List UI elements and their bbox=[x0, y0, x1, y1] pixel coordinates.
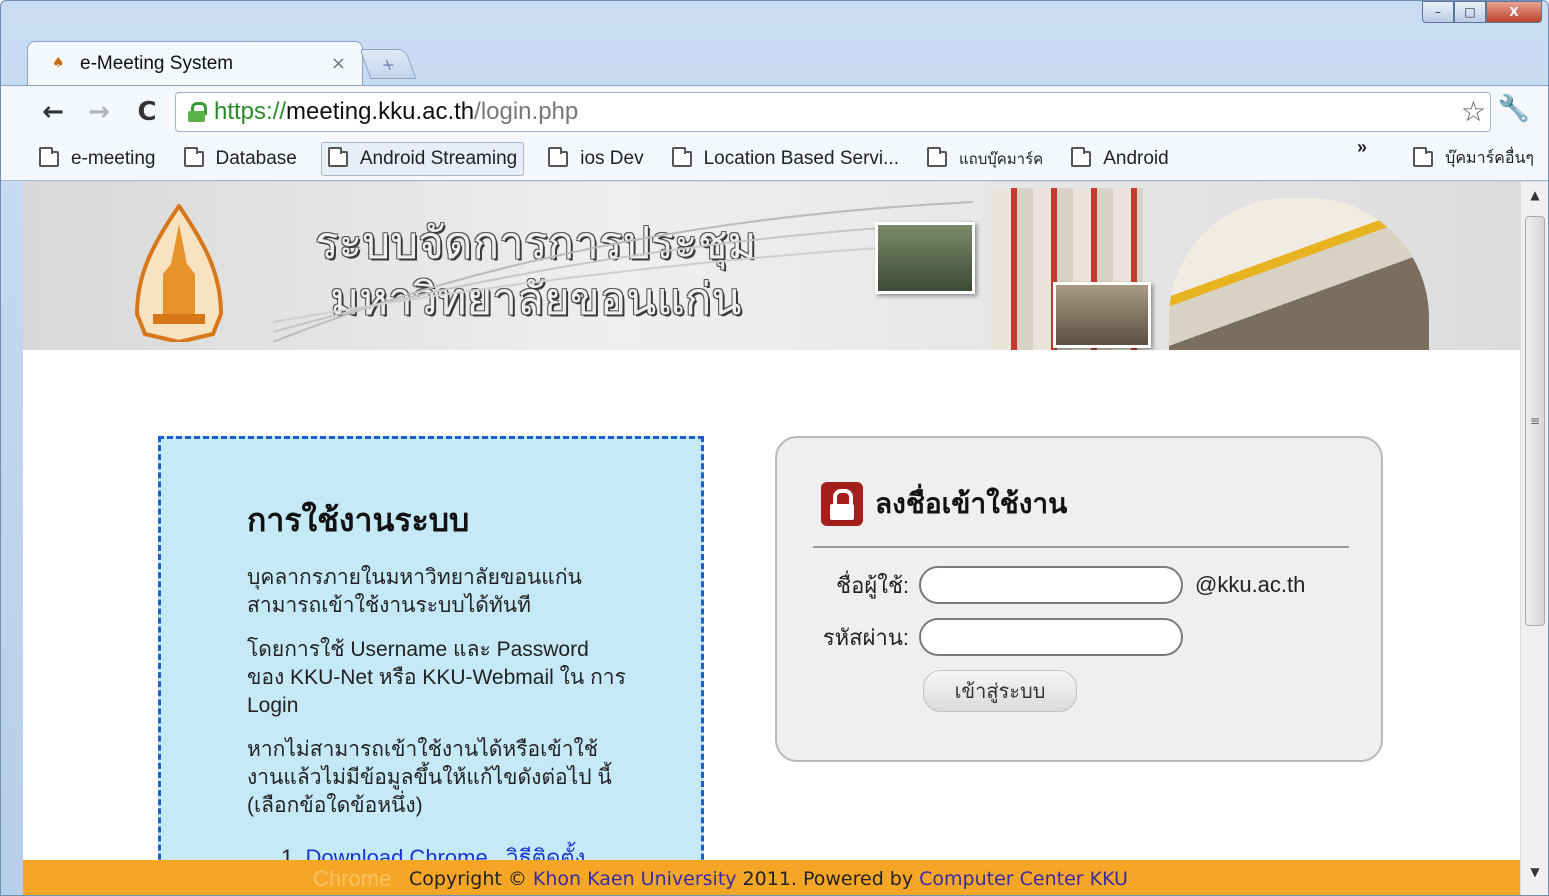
folder-icon bbox=[926, 146, 947, 167]
footer-copyright: Copyright © Khon Kaen University 2011. P… bbox=[409, 868, 1128, 890]
login-divider bbox=[813, 546, 1349, 548]
bookmark-item[interactable]: Database bbox=[180, 142, 301, 176]
password-label: รหัสผ่าน: bbox=[822, 624, 909, 650]
folder-icon bbox=[548, 146, 569, 167]
tab-title: e-Meeting System bbox=[80, 52, 234, 74]
bookmark-item[interactable]: Android bbox=[1067, 142, 1173, 176]
info-paragraph: บุคลากรภายในมหาวิทยาลัยขอนแก่น สามารถเข้… bbox=[247, 566, 582, 617]
reload-button[interactable]: C bbox=[129, 97, 165, 127]
footer-text: 2011. Powered by bbox=[736, 867, 920, 890]
auditorium-photo bbox=[1169, 198, 1429, 350]
vertical-scrollbar[interactable]: ▲ ≡ ▼ bbox=[1520, 182, 1548, 895]
maximize-button[interactable]: □ bbox=[1454, 1, 1486, 23]
footer-text: Copyright © bbox=[409, 867, 533, 890]
folder-icon bbox=[183, 146, 204, 167]
info-paragraph: โดยการใช้ Username และ Password ของ KKU-… bbox=[247, 638, 626, 717]
bookmarks-bar: e-meeting Database Android Streaming ios… bbox=[1, 137, 1548, 181]
minimize-button[interactable]: – bbox=[1422, 1, 1454, 23]
bookmark-item[interactable]: แถบบุ๊คมาร์ค bbox=[923, 142, 1047, 176]
site-banner: ระบบจัดการการประชุม มหาวิทยาลัยขอนแก่น bbox=[23, 182, 1521, 350]
browser-toolbar: ← → C https://meeting.kku.ac.th/login.ph… bbox=[1, 85, 1548, 137]
browser-window: – □ X ♠ e-Meeting System × + ← → C https… bbox=[0, 0, 1549, 896]
url-text: https://meeting.kku.ac.th/login.php bbox=[214, 98, 578, 126]
username-row: ชื่อผู้ใช้: @kku.ac.th bbox=[817, 566, 1305, 604]
tab-e-meeting[interactable]: ♠ e-Meeting System × bbox=[27, 41, 363, 85]
address-bar[interactable]: https://meeting.kku.ac.th/login.php ☆ bbox=[175, 92, 1491, 132]
bookmark-label: e-meeting bbox=[71, 147, 156, 169]
usage-info-box: การใช้งานระบบ บุคลากรภายในมหาวิทยาลัยขอน… bbox=[158, 436, 704, 895]
folder-icon bbox=[327, 146, 348, 167]
page-footer: Chrome Copyright © Khon Kaen University … bbox=[23, 860, 1521, 895]
url-path: /login.php bbox=[474, 98, 579, 125]
login-title: ลงชื่อเข้าใช้งาน bbox=[875, 488, 1068, 519]
bookmark-star-icon[interactable]: ☆ bbox=[1461, 95, 1486, 128]
back-button[interactable]: ← bbox=[35, 97, 71, 127]
forward-button[interactable]: → bbox=[81, 97, 117, 127]
meeting-room-photo bbox=[875, 222, 975, 294]
info-paragraph: หากไม่สามารถเข้าใช้งานได้หรือเข้าใช้ งาน… bbox=[247, 738, 612, 817]
bookmark-item[interactable]: Location Based Servi... bbox=[668, 142, 903, 176]
page-viewport: ระบบจัดการการประชุม มหาวิทยาลัยขอนแก่น ก… bbox=[23, 182, 1521, 895]
bookmark-label: Android bbox=[1103, 147, 1169, 169]
info-title: การใช้งานระบบ bbox=[247, 502, 470, 538]
scroll-down-arrow-icon[interactable]: ▼ bbox=[1521, 865, 1548, 889]
scroll-up-arrow-icon[interactable]: ▲ bbox=[1521, 188, 1548, 212]
kku-favicon-icon: ♠ bbox=[52, 54, 65, 71]
bookmark-label: Database bbox=[215, 147, 297, 169]
bookmark-item[interactable]: e-meeting bbox=[35, 142, 160, 176]
bookmarks-overflow-icon[interactable]: » bbox=[1357, 137, 1367, 158]
bookmark-label: Android Streaming bbox=[359, 147, 518, 169]
banner-photos bbox=[873, 182, 1443, 350]
tab-strip: ♠ e-Meeting System × + bbox=[1, 31, 1548, 85]
password-row: รหัสผ่าน: bbox=[817, 618, 1183, 656]
decorative-curves bbox=[273, 201, 973, 343]
bookmark-item[interactable]: Android Streaming bbox=[320, 141, 525, 176]
username-input[interactable] bbox=[919, 566, 1183, 604]
bookmark-label: บุ๊คมาร์คอื่นๆ bbox=[1445, 150, 1534, 167]
url-scheme: https:// bbox=[214, 98, 287, 125]
folder-icon bbox=[1071, 146, 1092, 167]
new-tab-button[interactable]: + bbox=[359, 49, 417, 79]
folder-icon bbox=[1413, 146, 1434, 167]
scroll-thumb[interactable]: ≡ bbox=[1525, 216, 1545, 626]
kku-link[interactable]: Khon Kaen University bbox=[533, 868, 737, 890]
secure-lock-icon bbox=[188, 102, 207, 122]
bookmark-label: Location Based Servi... bbox=[703, 147, 899, 169]
footer-overlapped-text: Chrome bbox=[313, 865, 392, 891]
bookmark-label: แถบบุ๊คมาร์ค bbox=[958, 150, 1044, 168]
group-photo bbox=[1053, 282, 1151, 348]
bookmark-label: ios Dev bbox=[580, 147, 644, 169]
folder-icon bbox=[671, 146, 692, 167]
tab-close-icon[interactable]: × bbox=[331, 53, 346, 74]
kku-logo-icon bbox=[134, 204, 224, 342]
plus-icon: + bbox=[377, 54, 399, 74]
close-window-button[interactable]: X bbox=[1486, 1, 1542, 23]
computer-center-link[interactable]: Computer Center KKU bbox=[919, 868, 1128, 890]
login-submit-button[interactable]: เข้าสู่ระบบ bbox=[923, 670, 1077, 712]
window-controls: – □ X bbox=[1422, 1, 1542, 23]
bookmark-item[interactable]: ios Dev bbox=[544, 142, 647, 176]
username-label: ชื่อผู้ใช้: bbox=[836, 572, 909, 598]
padlock-icon bbox=[821, 482, 863, 526]
username-domain-suffix: @kku.ac.th bbox=[1195, 572, 1306, 597]
folder-icon bbox=[39, 146, 59, 167]
url-host: meeting.kku.ac.th bbox=[286, 98, 475, 125]
login-panel: ลงชื่อเข้าใช้งาน ชื่อผู้ใช้: @kku.ac.th … bbox=[775, 436, 1383, 762]
password-input[interactable] bbox=[919, 618, 1183, 656]
login-header: ลงชื่อเข้าใช้งาน bbox=[821, 482, 1067, 526]
wrench-menu-icon[interactable]: 🔧 bbox=[1498, 94, 1530, 124]
other-bookmarks[interactable]: บุ๊คมาร์คอื่นๆ bbox=[1413, 146, 1534, 171]
